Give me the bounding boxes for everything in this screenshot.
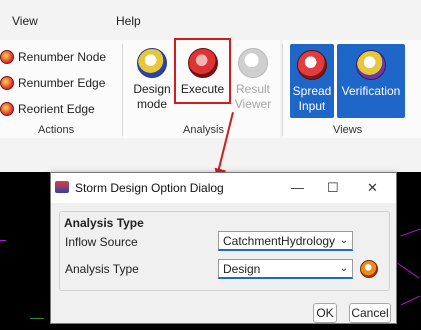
chevron-down-icon: ⌄ [339, 263, 349, 274]
verification-button[interactable]: Verification [337, 44, 405, 118]
reorient-edge-label: Reorient Edge [18, 102, 95, 116]
storm-design-option-dialog: Storm Design Option Dialog — ☐ ✕ Analysi… [50, 172, 397, 324]
result-viewer-icon [238, 48, 268, 78]
inflow-source-label: Inflow Source [65, 235, 138, 249]
cad-line [400, 295, 421, 306]
cad-line [0, 240, 6, 241]
spread-input-label: Spread Input [292, 84, 332, 113]
inflow-source-select[interactable]: CatchmentHydrology ⌄ [218, 231, 353, 251]
design-mode-label: Design mode [133, 82, 171, 111]
renumber-edge-label: Renumber Edge [18, 76, 106, 90]
verification-label: Verification [341, 84, 401, 98]
maximize-button[interactable]: ☐ [327, 180, 339, 196]
result-viewer-button: Result Viewer [232, 48, 274, 112]
cad-line [30, 318, 44, 319]
execute-highlight-box [174, 38, 231, 104]
spread-input-icon [297, 50, 327, 80]
analysis-type-groupbox: Analysis Type Inflow Source CatchmentHyd… [59, 211, 390, 291]
analysis-group-label: Analysis [183, 124, 224, 136]
renumber-edge-button[interactable]: Renumber Edge [0, 72, 105, 94]
result-viewer-label: Result Viewer [234, 82, 272, 111]
ribbon: View Help Renumber Node Renumber Edge Re… [0, 0, 421, 172]
dialog-title: Storm Design Option Dialog [75, 181, 224, 195]
groupbox-title: Analysis Type [64, 216, 144, 230]
cad-line [397, 262, 419, 279]
help-icon[interactable] [360, 260, 378, 278]
renumber-node-button[interactable]: Renumber Node [0, 46, 106, 68]
renumber-node-label: Renumber Node [18, 50, 107, 64]
analysis-type-value: Design [223, 261, 261, 276]
renumber-node-icon [0, 50, 14, 64]
actions-group-label: Actions [38, 124, 75, 136]
dialog-titlebar[interactable]: Storm Design Option Dialog — ☐ ✕ [51, 173, 396, 203]
app-icon [55, 181, 69, 193]
cad-line [400, 228, 421, 237]
menu-view[interactable]: View [12, 14, 38, 28]
design-mode-icon [137, 48, 167, 78]
verification-icon [356, 50, 386, 80]
renumber-edge-icon [0, 76, 14, 90]
design-mode-button[interactable]: Design mode [130, 48, 174, 112]
analysis-type-select[interactable]: Design ⌄ [218, 259, 353, 279]
cancel-button[interactable]: Cancel [349, 303, 391, 323]
menu-bar: View Help [0, 0, 421, 34]
analysis-type-label: Analysis Type [65, 262, 139, 276]
chevron-down-icon: ⌄ [339, 235, 349, 246]
minimize-button[interactable]: — [291, 180, 304, 195]
spread-input-button[interactable]: Spread Input [290, 44, 334, 118]
reorient-edge-button[interactable]: Reorient Edge [0, 98, 95, 120]
reorient-edge-icon [0, 102, 14, 116]
views-group-label: Views [333, 124, 363, 136]
actions-panel: Renumber Node Renumber Edge Reorient Edg… [0, 40, 122, 138]
close-button[interactable]: ✕ [367, 180, 378, 196]
ok-button[interactable]: OK [313, 303, 337, 323]
inflow-source-value: CatchmentHydrology [223, 233, 336, 248]
menu-help[interactable]: Help [116, 14, 141, 28]
